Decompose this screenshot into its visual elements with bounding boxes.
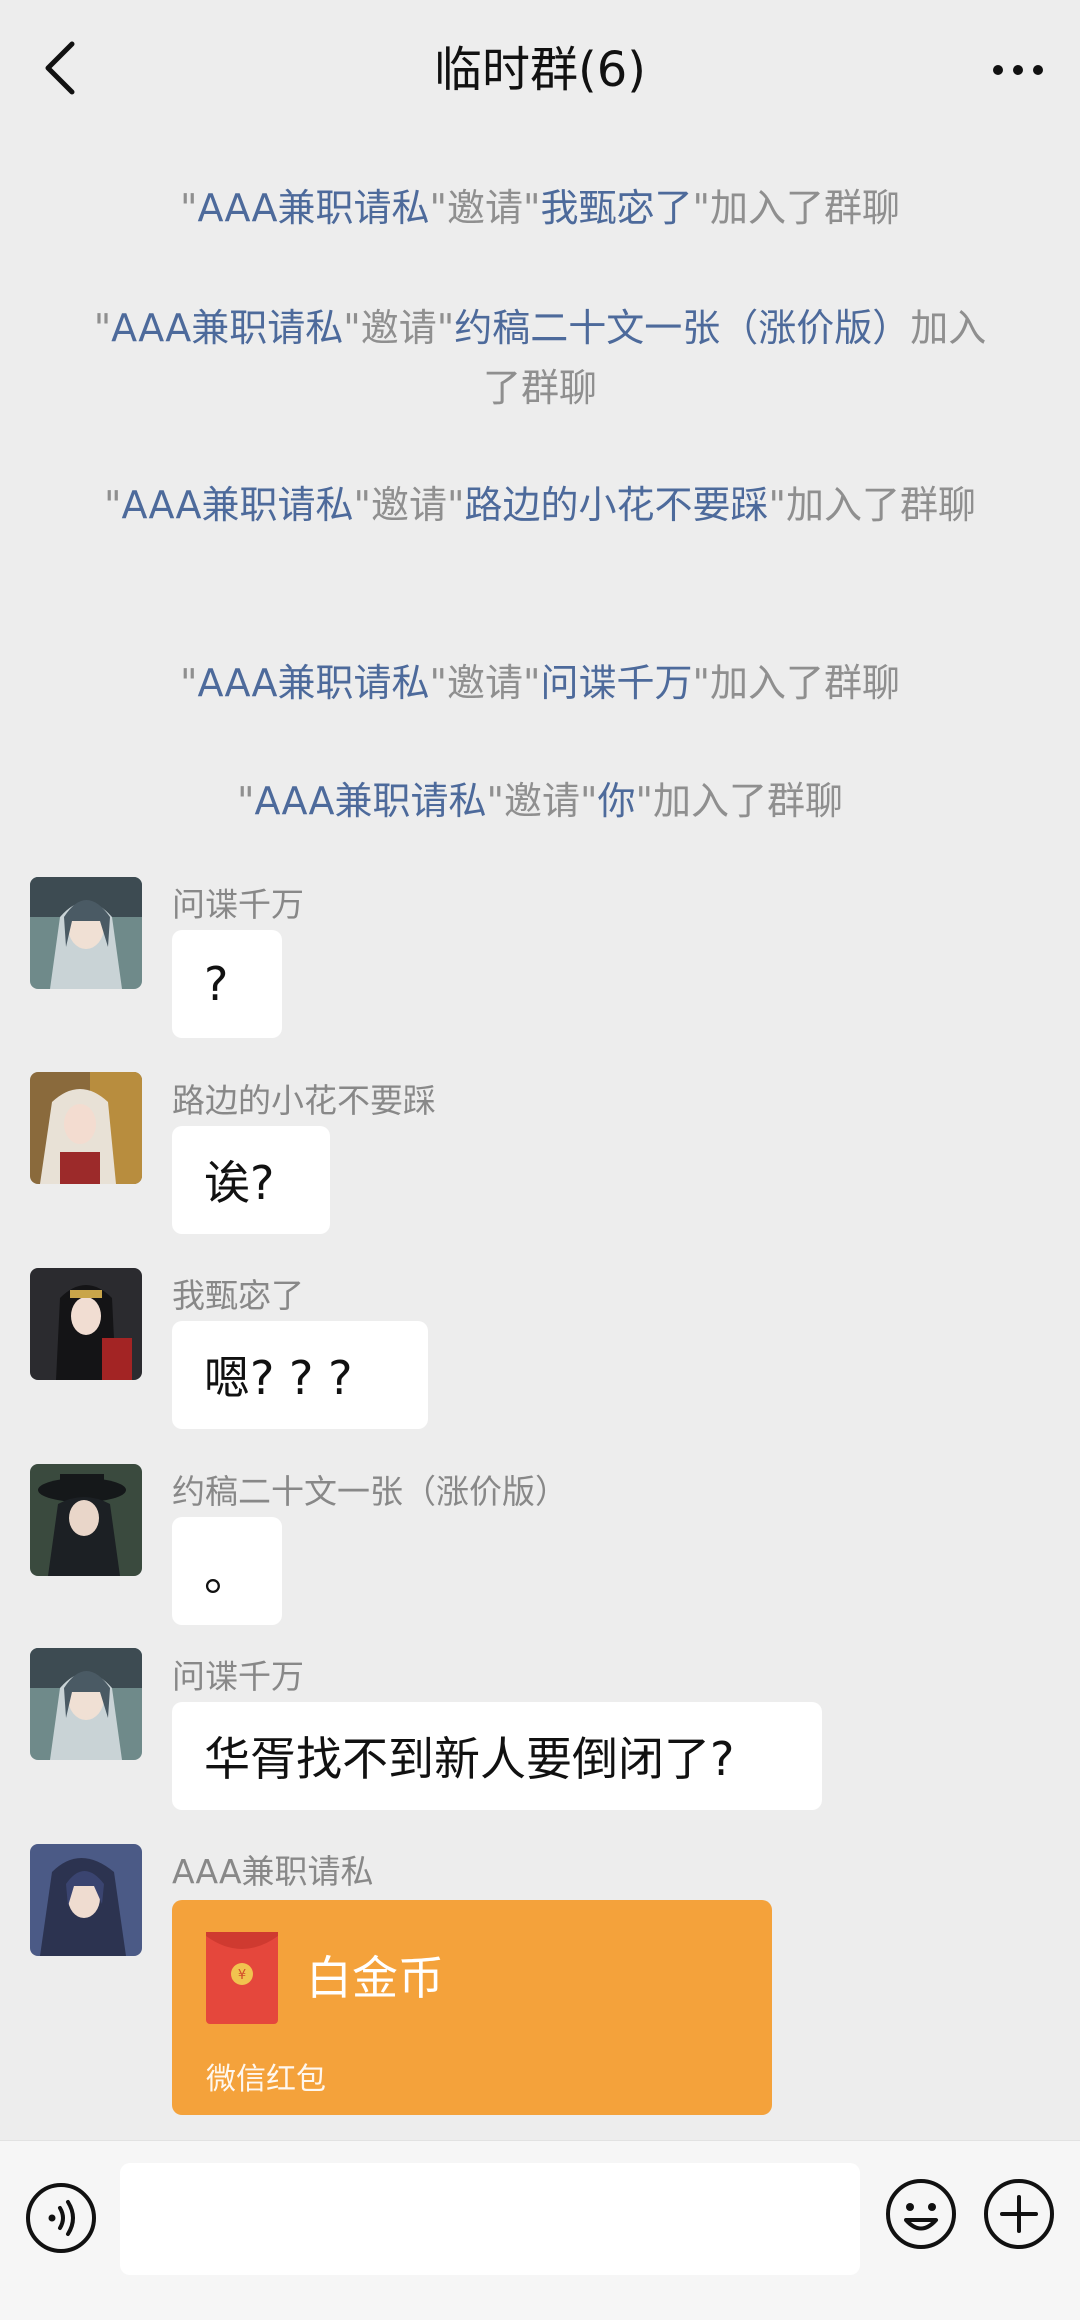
invitee-name[interactable]: 问谍千万 bbox=[541, 661, 693, 705]
sender-name: 问谍千万 bbox=[172, 1657, 304, 1696]
voice-button[interactable] bbox=[24, 2181, 98, 2255]
svg-text:¥: ¥ bbox=[238, 1968, 246, 1983]
invite-verb: 邀请 bbox=[360, 306, 437, 350]
message-bubble[interactable]: ? bbox=[172, 930, 282, 1038]
message-bubble[interactable]: 华胥找不到新人要倒闭了? bbox=[172, 1702, 822, 1810]
more-functions-button[interactable] bbox=[982, 2177, 1056, 2251]
red-packet-title: 白金币 bbox=[306, 1951, 444, 2005]
system-message: "AAA兼职请私"邀请"约稿二十文一张（涨价版）加入了群聊 bbox=[93, 306, 987, 410]
chat-title: 临时群(6) bbox=[434, 42, 646, 98]
sender-name: 我甄宓了 bbox=[172, 1276, 304, 1315]
emoji-button[interactable] bbox=[884, 2177, 958, 2251]
invitee-name[interactable]: 你 bbox=[598, 779, 636, 823]
invite-verb: 邀请 bbox=[504, 779, 581, 823]
chat-header: 临时群(6) bbox=[0, 0, 1080, 135]
system-message: "AAA兼职请私"邀请"路边的小花不要踩"加入了群聊 bbox=[103, 483, 977, 527]
inviter-name[interactable]: AAA兼职请私 bbox=[121, 483, 353, 527]
voice-icon bbox=[26, 2183, 96, 2253]
message-input[interactable] bbox=[120, 2163, 860, 2275]
system-message: "AAA兼职请私"邀请"问谍千万"加入了群聊 bbox=[179, 661, 901, 705]
join-suffix: 加入了群聊 bbox=[653, 779, 844, 823]
system-message: "AAA兼职请私"邀请"我甄宓了"加入了群聊 bbox=[179, 186, 901, 230]
emoji-icon bbox=[886, 2179, 956, 2249]
inviter-name[interactable]: AAA兼职请私 bbox=[111, 306, 343, 350]
more-dots-icon bbox=[993, 65, 1043, 75]
invite-verb: 邀请 bbox=[447, 661, 524, 705]
join-suffix: 加入了群聊 bbox=[710, 661, 901, 705]
more-button[interactable] bbox=[988, 40, 1048, 100]
system-message: "AAA兼职请私"邀请"你"加入了群聊 bbox=[236, 779, 844, 823]
message-bubble[interactable]: 。 bbox=[172, 1517, 282, 1625]
red-packet-card[interactable]: ¥ 白金币 微信红包 bbox=[172, 1900, 772, 2115]
avatar[interactable] bbox=[30, 1268, 142, 1380]
avatar[interactable] bbox=[30, 1844, 142, 1956]
invite-verb: 邀请 bbox=[371, 483, 448, 527]
avatar[interactable] bbox=[30, 1072, 142, 1184]
invitee-name[interactable]: 约稿二十文一张（涨价版） bbox=[454, 306, 910, 350]
avatar[interactable] bbox=[30, 877, 142, 989]
inviter-name[interactable]: AAA兼职请私 bbox=[197, 661, 429, 705]
red-packet-icon: ¥ bbox=[206, 1932, 278, 2024]
inviter-name[interactable]: AAA兼职请私 bbox=[254, 779, 486, 823]
input-bar bbox=[0, 2140, 1080, 2320]
sender-name: 问谍千万 bbox=[172, 885, 304, 924]
join-suffix: 加入了群聊 bbox=[786, 483, 977, 527]
message-bubble[interactable]: 诶? bbox=[172, 1126, 330, 1234]
avatar[interactable] bbox=[30, 1648, 142, 1760]
plus-icon bbox=[984, 2179, 1054, 2249]
inviter-name[interactable]: AAA兼职请私 bbox=[197, 186, 429, 230]
sender-name: 约稿二十文一张（涨价版） bbox=[172, 1472, 568, 1511]
invite-verb: 邀请 bbox=[447, 186, 524, 230]
red-packet-label: 微信红包 bbox=[206, 2062, 326, 2097]
sender-name: 路边的小花不要踩 bbox=[172, 1081, 436, 1120]
invitee-name[interactable]: 我甄宓了 bbox=[541, 186, 693, 230]
message-bubble[interactable]: 嗯? ? ? bbox=[172, 1321, 428, 1429]
avatar[interactable] bbox=[30, 1464, 142, 1576]
invitee-name[interactable]: 路边的小花不要踩 bbox=[465, 483, 769, 527]
join-suffix: 加入了群聊 bbox=[710, 186, 901, 230]
sender-name: AAA兼职请私 bbox=[172, 1852, 374, 1891]
